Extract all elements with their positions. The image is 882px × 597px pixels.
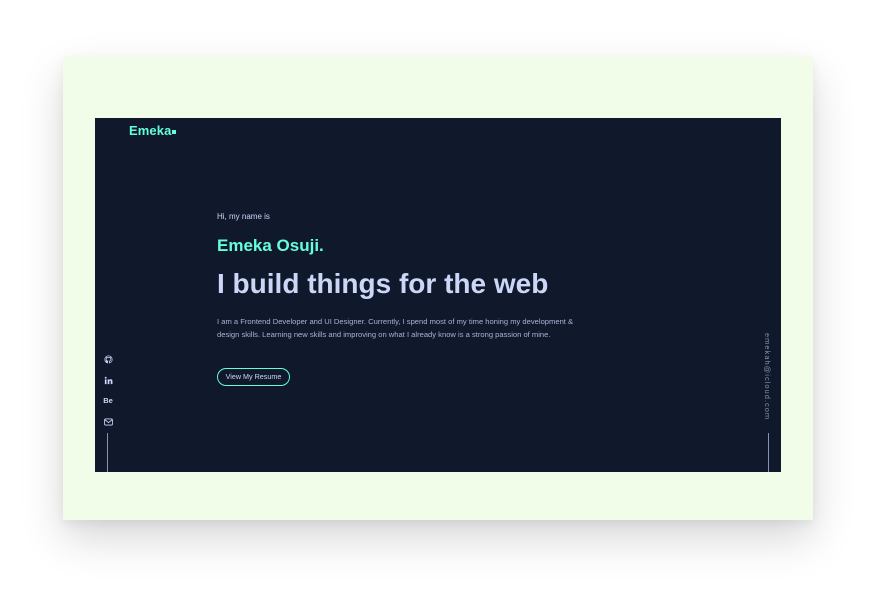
brand-logo[interactable]: Emeka <box>129 123 177 138</box>
brand-name: Emeka <box>129 123 172 138</box>
left-divider-line <box>107 433 108 472</box>
behance-icon[interactable]: Be <box>102 395 114 407</box>
hero-headline: I build things for the web <box>217 268 549 299</box>
linkedin-icon[interactable] <box>102 374 114 386</box>
portfolio-viewport: Emeka about projects contact resume Hi, … <box>95 118 781 472</box>
right-divider-line <box>768 433 769 472</box>
email-link[interactable]: emekah@icloud.com <box>763 333 772 420</box>
hero-greeting: Hi, my name is <box>217 212 270 221</box>
view-resume-button[interactable]: View My Resume <box>217 368 290 386</box>
github-icon[interactable] <box>102 353 114 365</box>
hero-name: Emeka Osuji. <box>217 236 324 255</box>
mail-icon[interactable] <box>102 416 114 428</box>
hero-bio: I am a Frontend Developer and UI Designe… <box>217 317 574 340</box>
logo-square-icon <box>172 130 177 134</box>
